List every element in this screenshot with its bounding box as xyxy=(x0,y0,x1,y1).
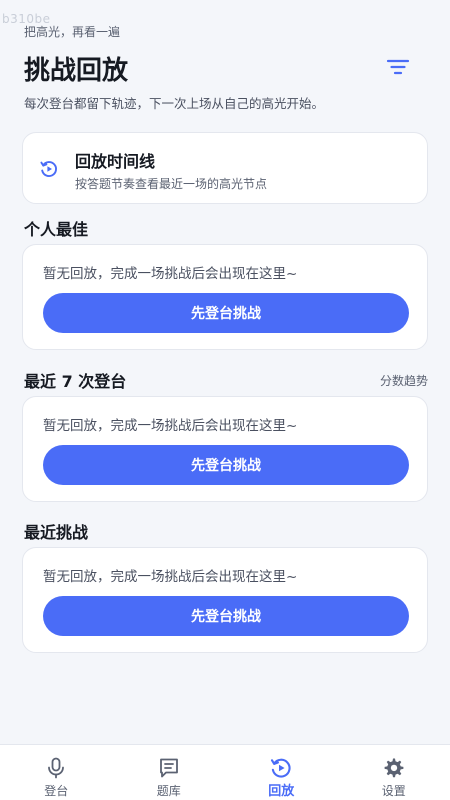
score-trend-link[interactable]: 分数趋势 xyxy=(380,372,428,389)
section-title-personal-best: 个人最佳 xyxy=(24,220,89,239)
recent-challenges-card: 暂无回放，完成一场挑战后会出现在这里~ 先登台挑战 xyxy=(22,547,428,653)
tab-label: 回放 xyxy=(268,784,295,799)
start-challenge-button[interactable]: 先登台挑战 xyxy=(43,445,409,485)
replay-page: b310be 把高光，再看一遍 挑战回放 每次登台都留下轨迹，下一次上场从自己的… xyxy=(0,0,450,800)
timeline-title: 回放时间线 xyxy=(75,152,156,171)
start-challenge-button[interactable]: 先登台挑战 xyxy=(43,293,409,333)
empty-state-text: 暂无回放，完成一场挑战后会出现在这里~ xyxy=(43,418,298,434)
filter-button[interactable] xyxy=(384,56,412,78)
replay-icon xyxy=(271,758,291,778)
tab-label: 题库 xyxy=(156,784,181,798)
section-title-recent-challenges: 最近挑战 xyxy=(24,523,89,542)
tab-settings[interactable]: 设置 xyxy=(338,745,450,800)
personal-best-card: 暂无回放，完成一场挑战后会出现在这里~ 先登台挑战 xyxy=(22,244,428,350)
microphone-icon xyxy=(48,757,65,779)
tab-stage[interactable]: 登台 xyxy=(0,745,113,800)
filter-icon xyxy=(386,59,410,75)
start-challenge-button[interactable]: 先登台挑战 xyxy=(43,596,409,636)
timeline-description: 按答题节奏查看最近一场的高光节点 xyxy=(75,177,268,191)
bottom-tab-bar: 登台 题库 回放 设置 xyxy=(0,744,450,800)
question-bank-icon xyxy=(159,758,178,778)
replay-icon xyxy=(40,161,57,177)
empty-state-text: 暂无回放，完成一场挑战后会出现在这里~ xyxy=(43,569,298,585)
gear-icon xyxy=(384,758,404,778)
page-kicker: 把高光，再看一遍 xyxy=(24,25,121,39)
tab-label: 登台 xyxy=(44,784,69,798)
section-title-recent-7: 最近 7 次登台 xyxy=(24,372,127,391)
page-subtitle: 每次登台都留下轨迹，下一次上场从自己的高光开始。 xyxy=(24,96,325,111)
tab-question-bank[interactable]: 题库 xyxy=(113,745,226,800)
recent-7-card: 暂无回放，完成一场挑战后会出现在这里~ 先登台挑战 xyxy=(22,396,428,502)
tab-label: 设置 xyxy=(381,784,406,798)
timeline-card[interactable]: 回放时间线 按答题节奏查看最近一场的高光节点 xyxy=(22,132,428,204)
empty-state-text: 暂无回放，完成一场挑战后会出现在这里~ xyxy=(43,266,298,282)
page-title: 挑战回放 xyxy=(24,56,129,86)
tab-replay[interactable]: 回放 xyxy=(225,745,338,800)
